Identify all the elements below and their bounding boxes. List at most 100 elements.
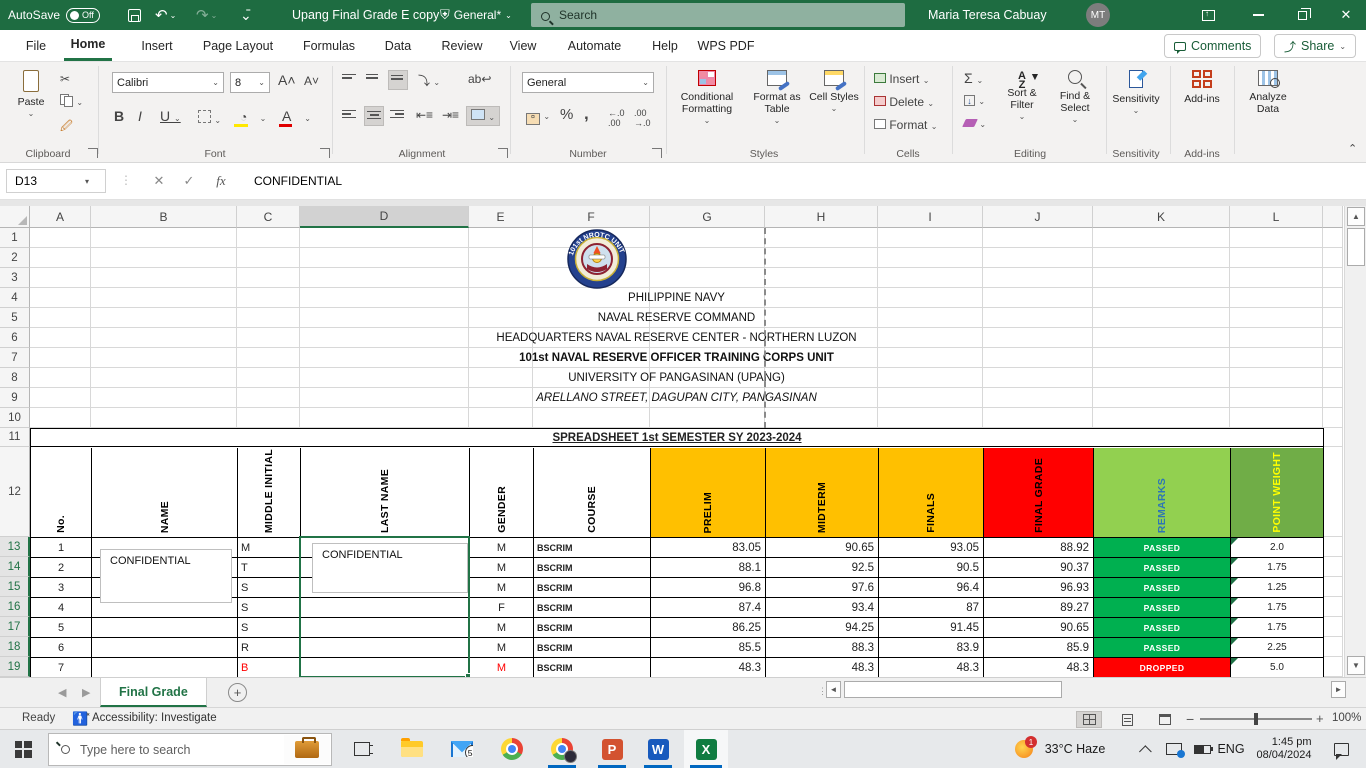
cell-J13[interactable]: 88.92 [984,538,1094,558]
row-header-15[interactable]: 15 [0,577,30,597]
cell-K13[interactable]: PASSED [1094,538,1231,558]
zoom-in-button[interactable]: + [1316,711,1324,726]
weather-tray-icon[interactable]: 1 [1012,730,1037,768]
formula-input[interactable] [248,169,1360,193]
excel-button[interactable]: X [684,730,728,768]
orientation-button[interactable]: ⤵ ⌄ [418,72,440,89]
format-as-table-button[interactable]: Format as Table ⌄ [746,70,808,127]
cell-I15[interactable]: 96.4 [879,578,984,598]
cell-J19[interactable]: 48.3 [984,658,1094,678]
clock-tray[interactable]: 1:45 pm 08/04/2024 [1248,730,1320,768]
name-box-input[interactable] [7,174,77,188]
cell-L13[interactable]: 2.0 [1231,538,1324,558]
column-header-E[interactable]: E [469,206,533,228]
tab-view[interactable]: View [500,30,546,61]
cell-E14[interactable]: M [470,558,534,578]
account-name[interactable]: Maria Teresa Cabuay [928,0,1047,30]
cell-J16[interactable]: 89.27 [984,598,1094,618]
italic-button[interactable]: I [138,108,142,124]
delete-cells-button[interactable]: Delete ⌄ [874,95,934,109]
display-tray-icon[interactable] [1162,730,1186,768]
row-header-16[interactable]: 16 [0,597,30,617]
avatar[interactable]: MT [1086,0,1110,30]
minimize-button[interactable] [1238,0,1278,30]
column-header-H[interactable]: H [765,206,878,228]
tab-review[interactable]: Review [430,30,494,61]
font-dialog-launcher[interactable] [320,148,330,158]
cell-F14[interactable]: BSCRIM [534,558,651,578]
row-header-18[interactable]: 18 [0,637,30,657]
tab-data[interactable]: Data [372,30,424,61]
column-header-L[interactable]: L [1230,206,1323,228]
addins-button[interactable]: Add-ins [1176,70,1228,105]
cell-A15[interactable]: 3 [31,578,92,598]
scroll-right-button[interactable]: ► [1331,681,1346,698]
cell-H18[interactable]: 88.3 [766,638,879,658]
cell-E18[interactable]: M [470,638,534,658]
row-header-19[interactable]: 19 [0,657,30,677]
language-indicator[interactable]: ENG [1214,730,1248,768]
cell-I13[interactable]: 93.05 [879,538,984,558]
accessibility-status[interactable]: Accessibility: Investigate [92,712,217,724]
cell-J14[interactable]: 90.37 [984,558,1094,578]
cell-C19[interactable]: B [238,658,301,678]
zoom-out-button[interactable]: − [1186,711,1194,727]
wrap-text-button[interactable]: ab↩ [468,72,491,86]
cell-G14[interactable]: 88.1 [651,558,766,578]
share-button[interactable]: ⤴ Share ⌄ [1274,34,1357,58]
select-all-button[interactable] [0,206,30,228]
paste-button[interactable]: Paste ⌄ [10,70,52,120]
decrease-indent-button[interactable]: ⇤≡ [416,108,433,122]
cell-C18[interactable]: R [238,638,301,658]
align-left-button[interactable] [342,108,356,122]
taskbar-search[interactable] [48,733,332,766]
sheet-tab-next-button[interactable]: ▶ [82,686,90,699]
fill-color-button[interactable]: ◔ ⌄ [234,110,266,127]
word-button[interactable]: W [638,730,678,768]
cell-E16[interactable]: F [470,598,534,618]
sensitivity-badge[interactable]: ⛨ General* ⌄ [440,0,512,30]
horizontal-scrollbar[interactable]: ◄ ► [826,681,1346,698]
cell-H19[interactable]: 48.3 [766,658,879,678]
cell-H14[interactable]: 92.5 [766,558,879,578]
alignment-dialog-launcher[interactable] [498,148,508,158]
tab-help[interactable]: Help [643,30,687,61]
cancel-entry-button[interactable]: ✕ [146,169,172,193]
cell-I16[interactable]: 87 [879,598,984,618]
cell-C14[interactable]: T [238,558,301,578]
font-color-button[interactable]: A ⌄ [279,108,311,127]
cell-B17[interactable] [92,618,238,638]
row-header-17[interactable]: 17 [0,617,30,637]
show-hidden-icons-button[interactable] [1136,730,1158,768]
sensitivity-button[interactable]: Sensitivity ⌄ [1108,70,1164,117]
row-header-1[interactable]: 1 [0,228,30,248]
format-painter-button[interactable]: 🖉 [60,117,73,138]
cell-I17[interactable]: 91.45 [879,618,984,638]
cut-button[interactable]: ✂ [60,72,70,86]
cell-H16[interactable]: 93.4 [766,598,879,618]
cell-K18[interactable]: PASSED [1094,638,1231,658]
bold-button[interactable]: B [114,108,124,124]
normal-view-button[interactable] [1076,711,1102,728]
table-header-prelim[interactable]: PRELIM [651,448,766,538]
decrease-decimal-button[interactable]: .00 →.0 [634,108,651,128]
titlebar-search-input[interactable] [559,8,859,22]
cell-F17[interactable]: BSCRIM [534,618,651,638]
scroll-up-button[interactable]: ▲ [1347,207,1365,226]
cell-D19[interactable] [301,658,470,678]
row-header-4[interactable]: 4 [0,288,30,308]
cell-I19[interactable]: 48.3 [879,658,984,678]
column-header-A[interactable]: A [30,206,91,228]
increase-indent-button[interactable]: ⇥≡ [442,108,459,122]
tab-home[interactable]: Home [64,30,112,61]
cell-E13[interactable]: M [470,538,534,558]
cell-E19[interactable]: M [470,658,534,678]
increase-font-button[interactable]: A˄ [278,72,296,88]
table-header-gender[interactable]: GENDER [470,448,534,538]
cell-L15[interactable]: 1.25 [1231,578,1324,598]
tab-file[interactable]: File [15,30,57,61]
horizontal-scroll-thumb[interactable] [844,681,1062,698]
column-header-K[interactable]: K [1093,206,1230,228]
row-header-9[interactable]: 9 [0,388,30,408]
cell-B19[interactable] [92,658,238,678]
